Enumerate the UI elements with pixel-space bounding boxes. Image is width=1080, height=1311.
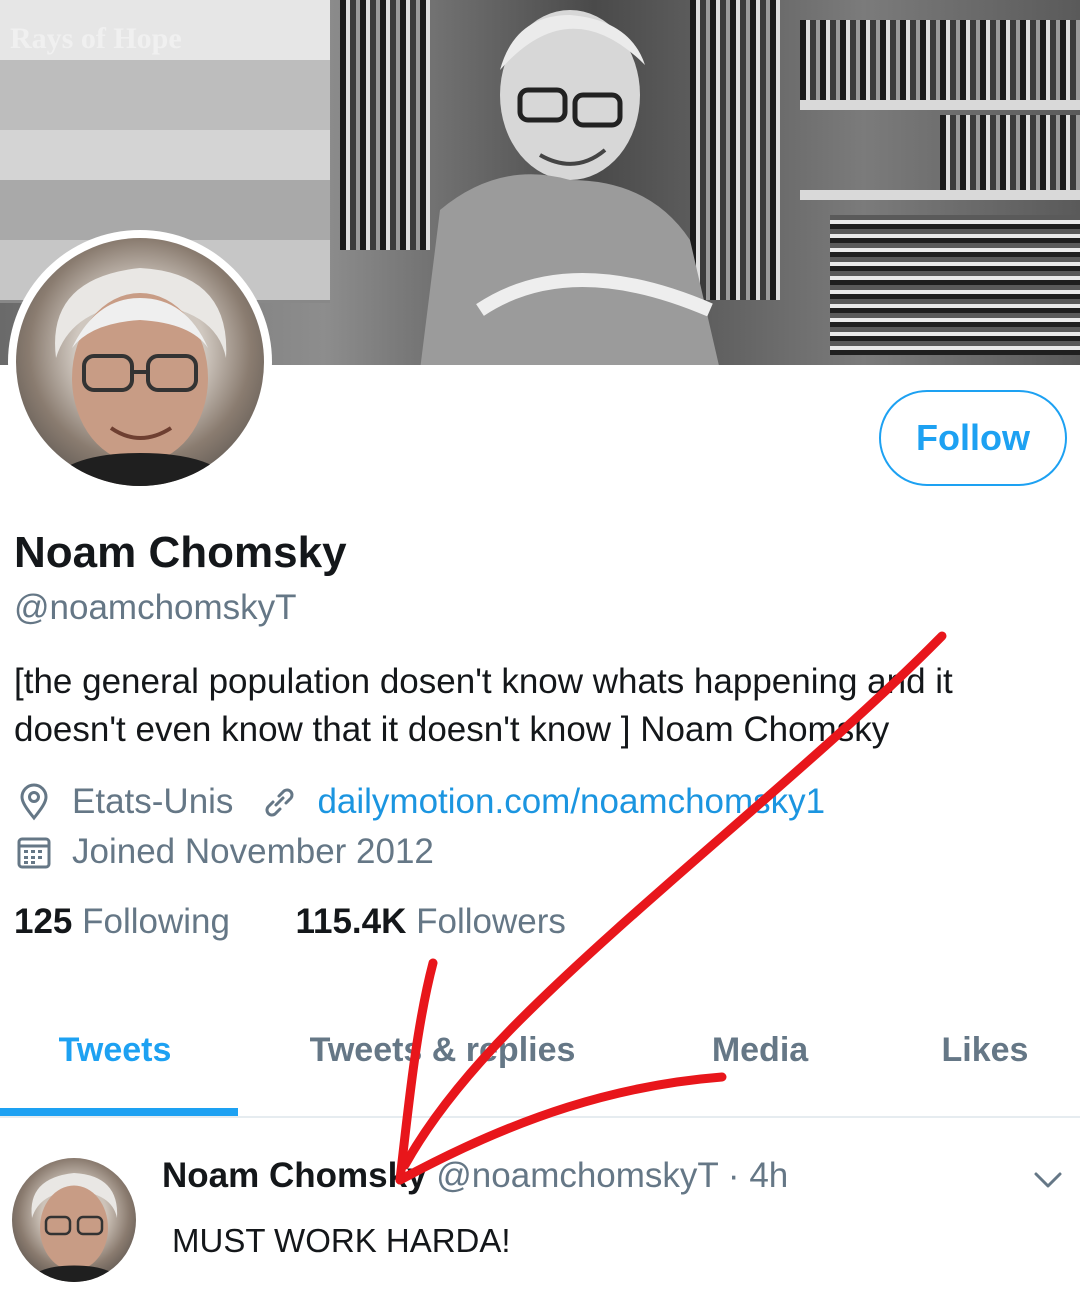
calendar-icon [17, 837, 51, 869]
tweet-separator: · [727, 1156, 740, 1195]
profile-website-link[interactable]: dailymotion.com/noamchomsky1 [317, 782, 825, 822]
tweet-author-name[interactable]: Noam Chomsky [162, 1156, 427, 1195]
following-count: 125 [14, 902, 73, 941]
profile-avatar[interactable] [8, 230, 272, 494]
tweet-header: Noam Chomsky @noamchomskyT · 4h [162, 1156, 788, 1196]
follow-button[interactable]: Follow [879, 390, 1067, 486]
profile-joined-date: Joined November 2012 [72, 832, 434, 871]
followers-stat[interactable]: 115.4K Followers [295, 902, 565, 941]
paper-stack [830, 215, 1080, 355]
tweet-timestamp[interactable]: 4h [749, 1156, 788, 1195]
profile-meta-joined: Joined November 2012 [14, 832, 434, 872]
profile-location: Etats-Unis [72, 782, 234, 821]
chevron-down-icon[interactable] [1030, 1164, 1066, 1194]
tab-media[interactable]: Media [665, 1000, 855, 1100]
followers-label: Followers [416, 902, 566, 941]
book-stack [0, 60, 330, 133]
tab-tweets-and-replies[interactable]: Tweets & replies [270, 1000, 615, 1100]
shelf-board [800, 190, 1080, 200]
tab-likes[interactable]: Likes [900, 1000, 1070, 1100]
following-label: Following [82, 902, 230, 941]
link-icon [265, 788, 294, 817]
bookshelf [800, 20, 1080, 100]
avatar-photo [16, 238, 264, 486]
tweet-text: MUST WORK HARDA! [172, 1222, 511, 1259]
banner-photo-person [420, 10, 719, 365]
profile-bio: [the general population dosen't know wha… [14, 662, 953, 749]
tweet-author-handle[interactable]: @noamchomskyT [436, 1156, 718, 1195]
tab-tweets[interactable]: Tweets [0, 1000, 230, 1100]
profile-handle: @noamchomskyT [14, 588, 297, 627]
profile-stats: 125 Following 115.4K Followers [14, 902, 566, 942]
profile-tabs: Tweets Tweets & replies Media Likes [0, 1000, 1080, 1118]
book-stack [0, 130, 330, 183]
shelf-board [800, 100, 1080, 110]
location-pin-icon [20, 783, 48, 821]
following-stat[interactable]: 125 Following [14, 902, 230, 941]
bookshelf [340, 0, 430, 250]
followers-count: 115.4K [295, 902, 407, 941]
tweet-author-avatar[interactable] [12, 1158, 136, 1282]
active-tab-indicator [0, 1108, 238, 1116]
profile-meta-location-website: Etats-Unis dailymotion.com/noamchomsky1 [14, 782, 825, 822]
profile-name: Noam Chomsky [14, 528, 347, 577]
banner-caption: Rays of Hope [10, 22, 182, 55]
bookshelf [940, 115, 1080, 190]
